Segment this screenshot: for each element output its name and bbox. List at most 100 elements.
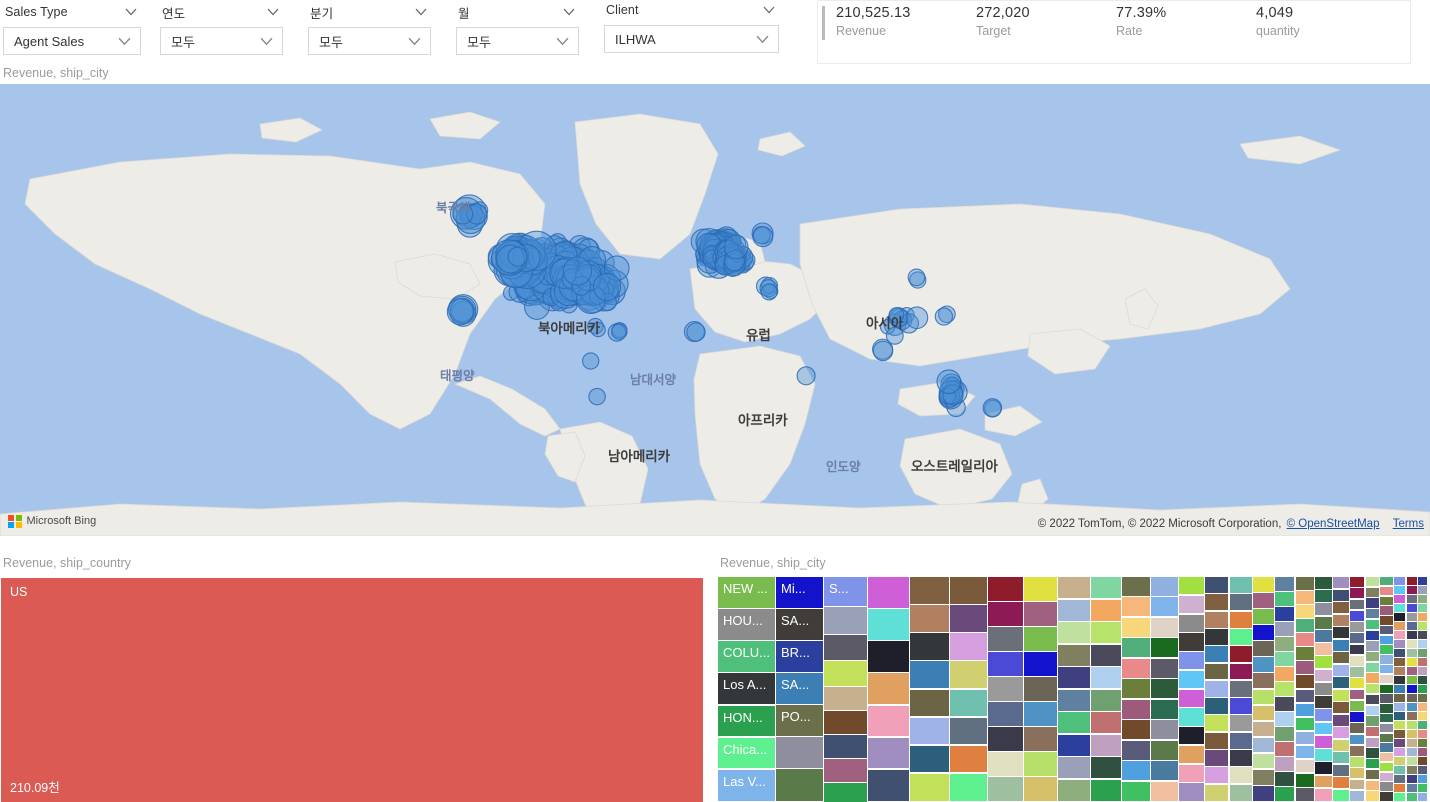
chevron-down-icon[interactable] [556,37,569,46]
treemap-city-tile[interactable] [1406,676,1417,684]
treemap-city-tile[interactable] [1229,750,1252,766]
treemap-city-tile[interactable] [1091,757,1121,779]
treemap-city-tile[interactable] [1178,652,1204,670]
treemap-city-tile[interactable] [1380,713,1393,723]
treemap-city-tile[interactable] [1394,784,1406,792]
treemap-city-tile[interactable] [1178,764,1204,782]
treemap-city-tile[interactable] [1275,577,1295,591]
treemap-city-tile[interactable] [1406,748,1417,756]
treemap-city-tile[interactable] [1275,592,1295,606]
treemap-city-tile[interactable] [1380,596,1393,605]
treemap-city-tile[interactable] [1418,586,1428,594]
treemap-city-tile[interactable] [1333,602,1349,614]
treemap-city-tile[interactable] [1349,622,1365,632]
treemap-city-tile[interactable] [1058,599,1090,621]
treemap-city-tile[interactable] [1058,734,1090,756]
treemap-city-tile[interactable] [1365,609,1380,619]
treemap-city-tile[interactable] [1418,757,1428,765]
treemap-city-tile[interactable]: NEW ... [718,577,775,608]
treemap-city-tile[interactable] [1178,745,1204,764]
treemap-city-tile[interactable] [1333,764,1349,776]
treemap-city-tile[interactable] [1349,610,1365,621]
treemap-city-tile[interactable] [1229,732,1252,749]
treemap-city-tile[interactable] [1295,591,1314,604]
treemap-city-tile[interactable] [1275,682,1295,696]
slicer-year[interactable]: 연도 모두 [160,2,283,55]
treemap-city-tile[interactable] [988,702,1023,726]
slicer-month-dropdown[interactable]: 모두 [456,27,579,55]
treemap-city-tile[interactable] [1365,630,1380,640]
treemap-city-tile[interactable] [1418,667,1428,675]
treemap-city-tile[interactable] [1058,757,1090,779]
treemap-city-tile[interactable] [1349,712,1365,722]
treemap-city-tile[interactable] [949,717,987,745]
treemap-city-tile[interactable] [1349,577,1365,587]
treemap-city-tile[interactable] [1151,617,1178,637]
treemap-city-tile[interactable] [1406,793,1417,801]
map-terms-link[interactable]: Terms [1393,518,1424,530]
treemap-city-tile[interactable] [1418,622,1428,630]
treemap-city-tile[interactable] [1121,679,1150,699]
treemap-city-tile[interactable] [1151,638,1178,658]
treemap-city-tile[interactable] [1380,684,1393,693]
treemap-city-tile[interactable] [1349,678,1365,689]
treemap-city-tile[interactable]: SA... [776,673,823,704]
treemap-city-tile[interactable] [1394,703,1406,711]
treemap-city-tile[interactable] [1253,609,1274,624]
treemap-city-tile[interactable] [1349,667,1365,677]
treemap-city-tile[interactable] [1205,628,1229,645]
treemap-city-tile[interactable] [949,605,987,632]
treemap-city-tile[interactable] [1253,657,1274,673]
treemap-city-tile[interactable] [1333,727,1349,739]
treemap-city-tile[interactable] [1121,617,1150,637]
treemap-city-tile[interactable] [824,635,867,660]
treemap-city-tile[interactable] [1380,753,1393,762]
treemap-city-tile[interactable] [1365,748,1380,758]
treemap-city-tile[interactable] [1275,622,1295,636]
treemap-city-tile[interactable]: S... [824,577,867,606]
treemap-city-tile[interactable] [824,661,867,686]
treemap-city-tile[interactable] [1229,628,1252,645]
treemap-city-tile[interactable] [1314,629,1332,642]
treemap-city-tile[interactable] [1295,745,1314,759]
treemap-city-tile[interactable] [949,577,987,604]
treemap-city-tile[interactable] [1418,640,1428,648]
treemap-city-tile[interactable] [949,661,987,689]
treemap-city-tile[interactable] [1406,775,1417,783]
treemap-city-tile[interactable] [1275,757,1295,771]
treemap-city-tile[interactable] [1349,588,1365,599]
treemap-city-tile[interactable] [1418,748,1428,756]
treemap-city-tile[interactable] [1418,604,1428,612]
treemap-city-tile[interactable] [988,727,1023,751]
treemap-city-tile[interactable] [1205,715,1229,732]
treemap-city-tile[interactable] [1314,577,1332,589]
treemap-city-tile[interactable] [1229,784,1252,801]
treemap-city-tile[interactable] [988,652,1023,676]
treemap-city-tile[interactable] [1151,577,1178,597]
treemap-city-tile[interactable] [1394,667,1406,675]
treemap-city-tile[interactable] [1091,622,1121,644]
treemap-city-tile[interactable] [1314,682,1332,695]
treemap-city-tile[interactable] [1091,712,1121,734]
treemap-city-tile[interactable] [1314,643,1332,655]
treemap-city-tile[interactable] [1024,702,1058,726]
treemap-city-tile[interactable] [1394,631,1406,639]
treemap-city-tile[interactable] [1333,752,1349,764]
treemap-city-tile[interactable] [1365,705,1380,715]
treemap-city-tile[interactable] [1229,680,1252,697]
treemap-city-tile[interactable] [1178,670,1204,689]
treemap-city-tile[interactable] [1418,730,1428,738]
slicer-quarter-dropdown[interactable]: 모두 [308,27,431,55]
treemap-city-tile[interactable] [1380,586,1393,596]
treemap-city-tile[interactable] [1394,721,1406,729]
treemap-city-tile[interactable] [1229,698,1252,715]
treemap-city-tile[interactable] [1178,614,1204,632]
treemap-country-cell-us[interactable]: US 210.09천 [1,578,703,802]
slicer-client[interactable]: Client ILHWA [604,0,779,53]
treemap-city-tile[interactable] [1091,689,1121,711]
treemap-city-tile[interactable] [1314,603,1332,616]
treemap-city-tile[interactable] [1295,759,1314,773]
treemap-city-tile[interactable] [1151,781,1178,801]
treemap-city-tile[interactable] [1365,662,1380,672]
treemap-city[interactable]: NEW ... HOU... COLU... Los A... HON... Chica.… [718,577,1430,802]
